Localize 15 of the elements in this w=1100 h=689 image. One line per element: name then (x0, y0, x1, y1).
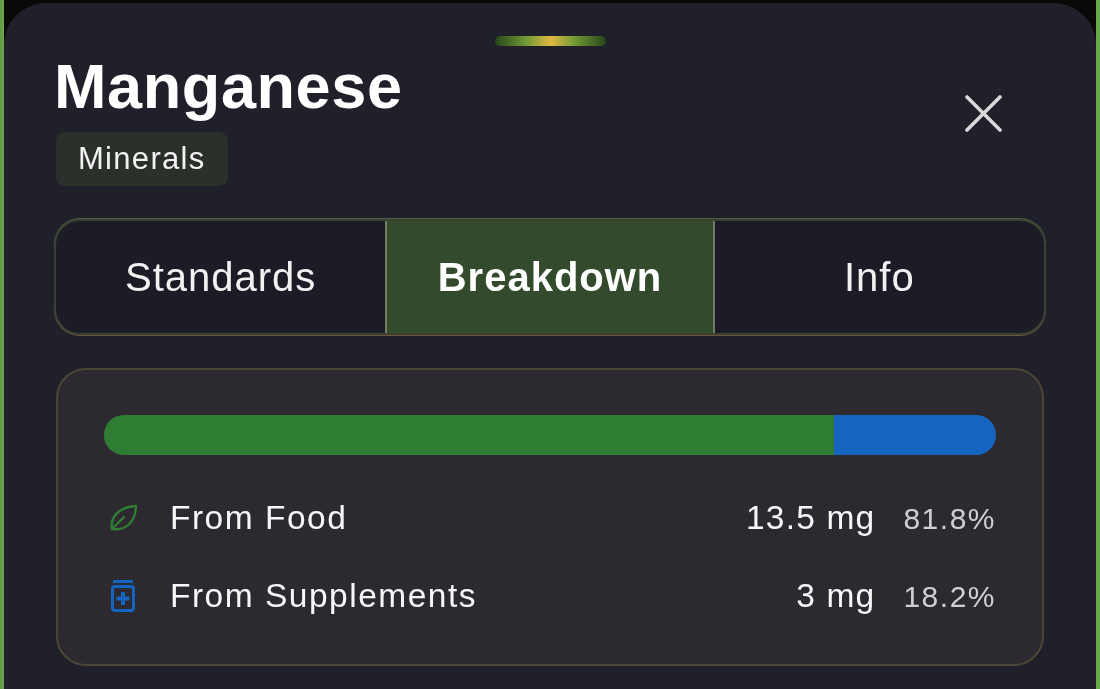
drag-handle[interactable] (494, 36, 606, 46)
source-label: From Supplements (170, 575, 477, 616)
tab[interactable]: Info (714, 221, 1044, 333)
percentage-text: 81.8% (903, 500, 996, 537)
tab[interactable]: Breakdown (385, 221, 715, 333)
source-label: From Food (170, 497, 348, 538)
percentage-text: 18.2% (903, 578, 996, 615)
close-icon (965, 95, 1002, 132)
leaf-icon (108, 504, 138, 532)
close-button[interactable] (965, 95, 1002, 132)
amount-text: 3 mg (796, 575, 876, 616)
pill-bottle-icon (111, 580, 135, 612)
tab[interactable]: Standards (56, 221, 386, 333)
category-tag: Minerals (56, 132, 228, 186)
amount-text: 13.5 mg (745, 497, 876, 538)
